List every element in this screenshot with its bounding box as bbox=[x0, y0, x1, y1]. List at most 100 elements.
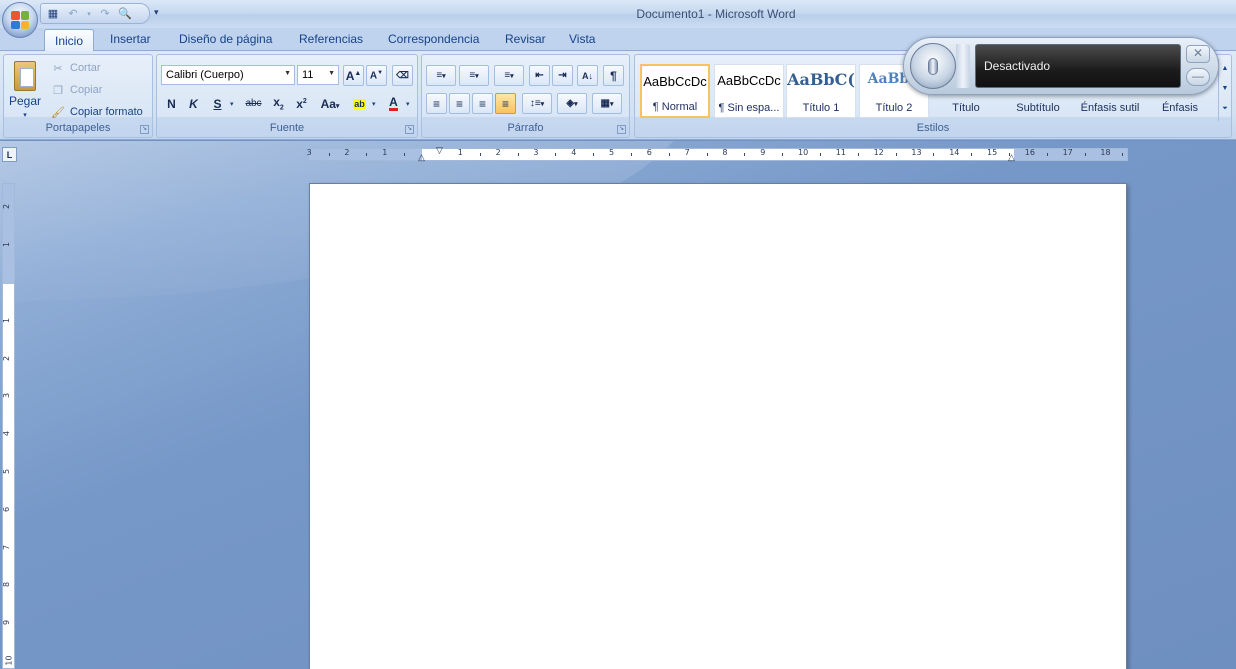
borders-button[interactable]: ▦▾ bbox=[592, 93, 622, 114]
align-right-icon: ≡ bbox=[478, 96, 486, 111]
ruler-number: 5 bbox=[609, 148, 615, 157]
highlight-dropdown-icon[interactable]: ▾ bbox=[372, 100, 376, 108]
ruler-number: 17 bbox=[1062, 148, 1073, 157]
window-title: Documento1 - Microsoft Word bbox=[636, 7, 796, 21]
style-normal[interactable]: AaBbCcDc ¶ Normal bbox=[640, 64, 710, 118]
align-left-button[interactable]: ≡ bbox=[426, 93, 447, 114]
bold-button[interactable]: N bbox=[161, 93, 182, 114]
ruler-number: 9 bbox=[760, 148, 766, 157]
microphone-button[interactable] bbox=[910, 43, 956, 89]
ruler-number: 1 bbox=[2, 242, 12, 248]
tab-insertar[interactable]: Insertar bbox=[110, 32, 151, 46]
tab-stop-selector[interactable]: L bbox=[2, 147, 17, 162]
format-painter-button[interactable]: 🖌 Copiar formato bbox=[50, 104, 143, 120]
sort-icon: A↓ bbox=[582, 70, 593, 81]
cut-button[interactable]: ✂ Cortar bbox=[50, 60, 101, 76]
ruler-number: 6 bbox=[646, 148, 652, 157]
style-name: ¶ Normal bbox=[652, 101, 698, 113]
increase-indent-button[interactable]: ⇥ bbox=[552, 65, 573, 86]
ruler-number: 16 bbox=[1024, 148, 1035, 157]
grow-font-button[interactable]: A▲ bbox=[343, 65, 364, 86]
speech-grip[interactable] bbox=[956, 44, 970, 88]
speech-close-button[interactable]: ✕ bbox=[1186, 45, 1210, 63]
font-name-dropdown-icon[interactable]: ▼ bbox=[284, 70, 291, 77]
font-color-button[interactable]: A bbox=[383, 93, 404, 114]
sort-button[interactable]: A↓ bbox=[577, 65, 598, 86]
tab-stop-icon: L bbox=[6, 149, 13, 160]
ruler-number: 13 bbox=[911, 148, 922, 157]
paste-label: Pegar bbox=[8, 94, 42, 108]
align-right-button[interactable]: ≡ bbox=[472, 93, 493, 114]
copy-button[interactable]: ❐ Copiar bbox=[50, 82, 102, 98]
line-spacing-button[interactable]: ↕≡▾ bbox=[522, 93, 552, 114]
superscript-icon: x2 bbox=[296, 96, 307, 111]
office-button[interactable] bbox=[2, 2, 38, 38]
align-center-button[interactable]: ≡ bbox=[449, 93, 470, 114]
paint-bucket-icon: ◈▾ bbox=[566, 98, 578, 109]
bullets-button[interactable]: ≡▾ bbox=[426, 65, 456, 86]
styles-scroll-down-icon[interactable]: ▼ bbox=[1219, 79, 1231, 99]
ruler-tick bbox=[555, 153, 557, 156]
strikethrough-button[interactable]: abc bbox=[243, 93, 264, 114]
horizontal-ruler[interactable]: ▽ △ △ 3 2 1 1 2 3 4 5 6 7 8 9 10 11 12 13 14 15 16 17 18 bbox=[307, 145, 1128, 163]
left-indent-icon[interactable]: △ bbox=[418, 152, 425, 163]
first-line-indent-icon[interactable]: ▽ bbox=[436, 145, 443, 156]
justify-button[interactable]: ≡ bbox=[495, 93, 516, 114]
multilevel-list-button[interactable]: ≡▾ bbox=[494, 65, 524, 86]
style-name: Título 2 bbox=[875, 102, 913, 114]
document-page[interactable] bbox=[309, 183, 1127, 669]
subscript-button[interactable]: x2 bbox=[268, 93, 289, 114]
microphone-icon bbox=[928, 57, 938, 75]
tab-referencias[interactable]: Referencias bbox=[299, 32, 363, 46]
ruler-number: 7 bbox=[2, 544, 12, 550]
style-name: Título bbox=[952, 102, 980, 114]
change-case-button[interactable]: Aa▾ bbox=[316, 93, 344, 114]
cut-label: Cortar bbox=[70, 62, 101, 74]
tab-inicio[interactable]: Inicio bbox=[44, 29, 95, 52]
clipboard-group-label: Portapapeles bbox=[45, 122, 111, 134]
ruler-number: 4 bbox=[2, 431, 12, 437]
font-launcher-icon[interactable]: ↘ bbox=[405, 125, 414, 134]
ruler-tick bbox=[782, 153, 784, 156]
style-sin-espaciado[interactable]: AaBbCcDc ¶ Sin espa... bbox=[714, 64, 784, 118]
clear-formatting-button[interactable]: ⌫ bbox=[392, 65, 413, 86]
minimize-icon: — bbox=[1192, 69, 1204, 83]
numbering-button[interactable]: ≡▾ bbox=[459, 65, 489, 86]
style-name: ¶ Sin espa... bbox=[718, 102, 780, 114]
scissors-icon: ✂ bbox=[53, 62, 63, 75]
tab-correspondencia[interactable]: Correspondencia bbox=[388, 32, 479, 46]
align-left-icon: ≡ bbox=[432, 96, 440, 111]
ruler-number: 18 bbox=[1100, 148, 1111, 157]
font-name-combo[interactable]: Calibri (Cuerpo) ▼ bbox=[161, 65, 295, 85]
ruler-number: 1 bbox=[2, 317, 12, 323]
ruler-tick bbox=[1084, 153, 1086, 156]
shrink-font-button[interactable]: A▼ bbox=[366, 65, 387, 86]
show-marks-button[interactable]: ¶ bbox=[603, 65, 624, 86]
tab-vista[interactable]: Vista bbox=[569, 32, 595, 46]
styles-scroll-up-icon[interactable]: ▲ bbox=[1219, 59, 1231, 79]
paragraph-launcher-icon[interactable]: ↘ bbox=[617, 125, 626, 134]
vertical-ruler[interactable]: 2 1 1 2 3 4 5 6 7 8 9 10 bbox=[2, 183, 15, 669]
clipboard-group: Pegar ▾ ✂ Cortar ❐ Copiar 🖌 Copiar forma… bbox=[3, 54, 153, 138]
speech-minimize-button[interactable]: — bbox=[1186, 68, 1210, 86]
style-name: Énfasis bbox=[1161, 102, 1199, 114]
font-size-value: 11 bbox=[302, 69, 314, 81]
italic-button[interactable]: K bbox=[183, 93, 204, 114]
underline-button[interactable]: S bbox=[207, 93, 228, 114]
tab-revisar[interactable]: Revisar bbox=[505, 32, 546, 46]
paste-button[interactable]: Pegar ▾ bbox=[6, 57, 44, 119]
superscript-button[interactable]: x2 bbox=[291, 93, 312, 114]
font-color-dropdown-icon[interactable]: ▾ bbox=[406, 100, 410, 108]
font-size-dropdown-icon[interactable]: ▼ bbox=[328, 70, 335, 77]
underline-dropdown-icon[interactable]: ▾ bbox=[230, 100, 234, 108]
style-titulo-1[interactable]: AaBbC( Título 1 bbox=[786, 64, 856, 118]
ruler-number: 15 bbox=[987, 148, 998, 157]
font-size-combo[interactable]: 11 ▼ bbox=[297, 65, 339, 85]
style-sample: AaBbCcDc bbox=[643, 74, 707, 89]
tab-diseno-pagina[interactable]: Diseño de página bbox=[179, 32, 272, 46]
highlight-button[interactable]: ab bbox=[349, 93, 370, 114]
clipboard-launcher-icon[interactable]: ↘ bbox=[140, 125, 149, 134]
styles-more-icon[interactable]: ⏷ bbox=[1219, 99, 1231, 119]
shading-button[interactable]: ◈▾ bbox=[557, 93, 587, 114]
decrease-indent-button[interactable]: ⇤ bbox=[529, 65, 550, 86]
